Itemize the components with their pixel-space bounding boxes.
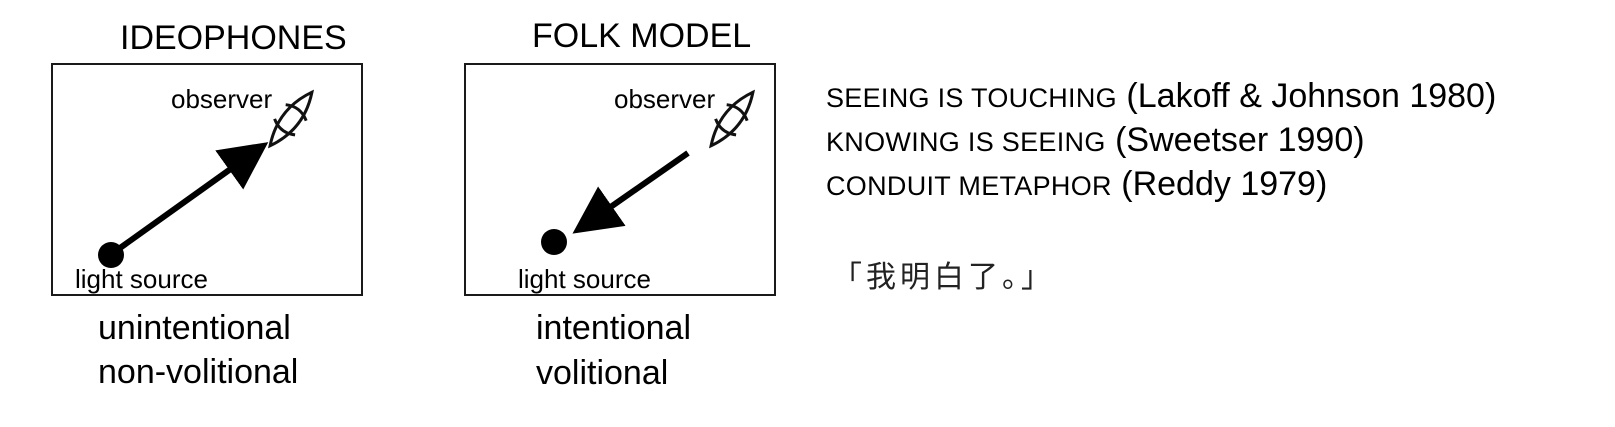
observer-label: observer — [614, 84, 716, 114]
metaphor-name: KNOWING IS SEEING — [826, 127, 1106, 157]
metaphor-line: KNOWING IS SEEING (Sweetser 1990) — [826, 118, 1365, 164]
metaphor-name: SEEING IS TOUCHING — [826, 83, 1117, 113]
metaphor-citation: (Reddy 1979) — [1121, 165, 1328, 203]
caption-line-2: non-volitional — [98, 353, 299, 391]
metaphor-citation: (Lakoff & Johnson 1980) — [1126, 77, 1497, 115]
light-source-dot — [541, 229, 567, 255]
metaphor-name: CONDUIT METAPHOR — [826, 171, 1112, 201]
caption-line-1: intentional — [536, 309, 692, 347]
arrow — [572, 150, 690, 234]
example-sentence: 「我明白了。」 — [832, 260, 1055, 295]
caption-line-2: volitional — [536, 354, 669, 392]
caption-line-1: unintentional — [98, 309, 291, 347]
metaphor-line: CONDUIT METAPHOR (Reddy 1979) — [826, 162, 1327, 208]
observer-label: observer — [171, 84, 273, 114]
ideophones-title: IDEOPHONES — [120, 19, 347, 57]
folk-model-title: FOLK MODEL — [532, 17, 752, 55]
light-source-label: light source — [518, 264, 651, 294]
folk-model-diagram: observer light source — [464, 63, 776, 296]
light-source-label: light source — [75, 264, 208, 294]
ideophones-diagram: observer light source — [51, 63, 363, 296]
metaphor-citation: (Sweetser 1990) — [1115, 121, 1365, 159]
metaphor-line: SEEING IS TOUCHING (Lakoff & Johnson 198… — [826, 74, 1496, 120]
arrow — [111, 142, 269, 256]
